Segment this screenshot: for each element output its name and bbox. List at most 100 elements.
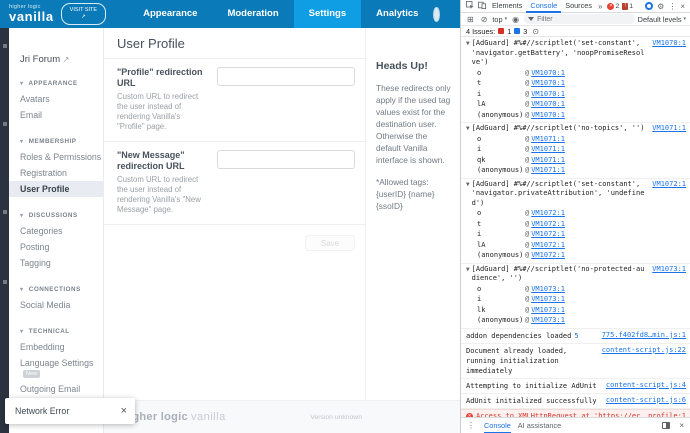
stack-frame: (anonymous) @ VM1070:1 (477, 110, 565, 121)
devtools-update-icon[interactable] (645, 2, 654, 10)
kebab-menu-icon[interactable]: ⋮ (666, 0, 678, 13)
device-toolbar-icon[interactable] (476, 0, 488, 13)
sidebar-item-registration[interactable]: Registration (15, 165, 103, 181)
source-link[interactable]: VM1073:1 (652, 265, 686, 275)
source-link[interactable]: VM1070:1 (531, 110, 565, 121)
console-group: ▼ [AdGuard] #%#//scriptlet('set-constant… (461, 179, 690, 264)
source-link[interactable]: VM1070:1 (652, 39, 686, 49)
source-link[interactable]: VM1073:1 (531, 305, 565, 316)
version-label: Version unknown (310, 413, 362, 421)
source-link[interactable]: VM1072:1 (531, 219, 565, 230)
tab-settings[interactable]: Settings (293, 0, 362, 28)
close-drawer-icon[interactable]: × (677, 419, 686, 432)
sidebar-item-roles-permissions[interactable]: Roles & Permissions (15, 149, 103, 165)
source-link[interactable]: 775.f402fd8…min.js:1 (602, 331, 686, 341)
source-link[interactable]: VM1072:1 (652, 180, 686, 190)
source-link[interactable]: VM1070:1 (531, 89, 565, 100)
toast-message: Network Error (15, 406, 70, 416)
source-link[interactable]: content-script.js:4 (606, 381, 686, 391)
error-count-badge[interactable]: × 2 (607, 2, 619, 10)
source-link[interactable]: content-script.js:22 (602, 346, 686, 356)
tab-moderation[interactable]: Moderation (212, 0, 293, 28)
log-text: addon dependencies loaded 5 (466, 331, 579, 340)
source-link[interactable]: VM1071:1 (531, 155, 565, 166)
source-link[interactable]: content-script.js:6 (606, 396, 686, 406)
dock-side-icon[interactable] (662, 422, 671, 429)
source-link[interactable]: VM1070:1 (531, 68, 565, 79)
settings-sidebar: Jri Forum ↗ ▾ APPEARANCE Avatars Email ▾… (9, 28, 104, 433)
forum-link[interactable]: Jri Forum ↗ (20, 54, 103, 65)
devtools-tab-console[interactable]: Console (526, 0, 561, 13)
new-message-redirect-url-input[interactable] (217, 150, 355, 169)
live-expression-eye-icon[interactable]: ◉ (510, 13, 521, 26)
vanilla-logo[interactable]: higher logic vanilla (9, 4, 54, 23)
issue-count-badge[interactable]: ! 1 (622, 2, 633, 10)
visit-site-button[interactable]: VISIT SITE ↗ (60, 2, 107, 26)
sidebar-item-email[interactable]: Email (15, 107, 103, 123)
collapse-toggle-icon[interactable]: ▼ (466, 180, 470, 190)
stack-frame: i @ VM1071:1 (477, 144, 565, 155)
drawer-tab-console[interactable]: Console (484, 418, 511, 433)
console-sidebar-icon[interactable]: ⊞ (465, 13, 476, 26)
chevron-down-icon: ▾ (504, 16, 508, 22)
gear-icon[interactable]: ⚙ (655, 0, 666, 13)
source-link[interactable]: VM1073:1 (531, 294, 565, 305)
save-button[interactable]: Save (305, 235, 355, 251)
sidebar-item-categories[interactable]: Categories (15, 223, 103, 239)
close-devtools-icon[interactable]: × (678, 0, 687, 13)
sidebar-item-avatars[interactable]: Avatars (15, 91, 103, 107)
source-link[interactable]: VM1071:1 (531, 134, 565, 145)
source-link[interactable]: VM1072:1 (531, 250, 565, 261)
source-link[interactable]: VM1070:1 (531, 78, 565, 89)
sidebar-item-embedding[interactable]: Embedding (15, 339, 103, 355)
collapse-toggle-icon[interactable]: ▼ (466, 124, 470, 134)
source-link[interactable]: VM1071:1 (531, 144, 565, 155)
issues-settings-icon[interactable]: ⊙ (530, 25, 541, 38)
sidebar-item-social-media[interactable]: Social Media (15, 297, 103, 313)
execution-context-selector[interactable]: top ▾ (492, 15, 507, 24)
sidebar-section-appearance[interactable]: ▾ APPEARANCE (20, 80, 103, 87)
sidebar-item-user-profile[interactable]: User Profile (9, 181, 103, 197)
inspect-element-icon[interactable] (464, 0, 476, 13)
red-issue-count: 1 (507, 26, 512, 36)
source-link[interactable]: VM1072:1 (531, 208, 565, 219)
sidebar-section-discussions[interactable]: ▾ DISCUSSIONS (20, 212, 103, 219)
tab-analytics[interactable]: Analytics (361, 0, 433, 28)
console-log: addon dependencies loaded 5 775.f402fd8…m… (461, 329, 690, 344)
sidebar-section-connections[interactable]: ▾ CONNECTIONS (20, 286, 103, 293)
stack-frame: t @ VM1070:1 (477, 78, 565, 89)
clear-console-icon[interactable]: ⊘ (479, 13, 490, 26)
source-link[interactable]: VM1072:1 (531, 240, 565, 251)
user-avatar[interactable] (433, 6, 440, 22)
sidebar-item-outgoing-email[interactable]: Outgoing Email (15, 381, 103, 397)
source-link[interactable]: VM1073:1 (531, 284, 565, 295)
sidebar-item-language-settings[interactable]: Language SettingsNew (15, 355, 103, 381)
app-footer: higher logic vanilla Version unknown (104, 400, 460, 433)
profile-redirect-url-input[interactable] (217, 67, 355, 86)
stack-frame: i @ VM1073:1 (477, 294, 565, 305)
kebab-menu-icon[interactable]: ⋮ (465, 419, 477, 432)
tab-appearance[interactable]: Appearance (128, 0, 212, 28)
devtools-tab-sources[interactable]: Sources (561, 0, 596, 13)
devtools-tab-elements[interactable]: Elements (488, 0, 526, 13)
more-tabs-icon[interactable]: » (596, 0, 604, 13)
source-link[interactable]: VM1072:1 (531, 229, 565, 240)
sidebar-section-technical[interactable]: ▾ TECHNICAL (20, 328, 103, 335)
source-link[interactable]: VM1071:1 (531, 165, 565, 176)
issues-bar[interactable]: 4 Issues: 1 3 ⊙ (461, 26, 690, 37)
stack-frame: (anonymous) @ VM1073:1 (477, 315, 565, 326)
filter-input[interactable] (537, 15, 631, 23)
issues-label: 4 Issues: (466, 26, 496, 36)
close-icon[interactable]: × (121, 405, 127, 417)
drawer-tab-ai-assistance[interactable]: AI assistance (518, 418, 561, 433)
source-link[interactable]: VM1073:1 (531, 315, 565, 326)
log-levels-dropdown[interactable]: Default levels ▾ (638, 15, 686, 24)
source-link[interactable]: VM1071:1 (652, 124, 686, 134)
sidebar-item-posting[interactable]: Posting (15, 239, 103, 255)
console-log: AdUnit initialized successfully content-… (461, 394, 690, 409)
source-link[interactable]: VM1070:1 (531, 99, 565, 110)
collapse-toggle-icon[interactable]: ▼ (466, 39, 470, 49)
sidebar-section-membership[interactable]: ▾ MEMBERSHIP (20, 138, 103, 145)
collapse-toggle-icon[interactable]: ▼ (466, 265, 470, 275)
sidebar-item-tagging[interactable]: Tagging (15, 255, 103, 271)
